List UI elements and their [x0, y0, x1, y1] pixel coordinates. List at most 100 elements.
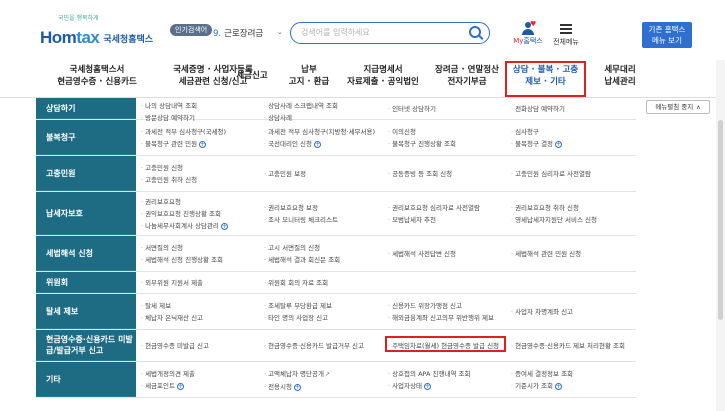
nav-item-tax-agent[interactable]: 세무대리 납세관리 — [590, 64, 650, 88]
submenu-link[interactable]: · 외부위원 지원서 제출 — [141, 277, 203, 289]
submenu-link[interactable]: · 고액체납자 명단공개↗ — [264, 368, 330, 381]
submenu-link[interactable]: · 공동증빙 등 조회 신청 — [388, 168, 452, 180]
submenu-link[interactable]: · 모범납세자 추천 — [388, 214, 480, 226]
bullet-icon: · — [264, 302, 267, 310]
submenu-link[interactable]: · 서면질의 신청 — [141, 242, 223, 254]
submenu-cell: · 현금영수증 미발급 신고 — [141, 340, 209, 352]
submenu-link[interactable]: · 상담사례 스크랩내역 조회 — [264, 100, 338, 112]
expand-plus-icon[interactable]: + — [199, 140, 207, 148]
submenu-link[interactable]: · 이의신청 — [388, 126, 456, 138]
submenu-cell: · 권리보호요청 보정 · 조사 모니터링 체크리스트 — [264, 202, 338, 226]
submenu-link[interactable]: · 국선대리인 신청 + — [264, 138, 375, 150]
stop-menu-expand-button[interactable]: 메뉴펼침 중지 ∧ — [646, 100, 710, 114]
submenu-row-header: 납세자보호 — [36, 192, 136, 235]
submenu-row: 납세자보호 · 권리보호요청 · 권익보호요청 진행상황 조회 · 나눔세무사회계사 상담관… — [36, 192, 636, 236]
submenu-link[interactable]: · 조사 모니터링 체크리스트 — [264, 214, 338, 226]
nav-item-tax-filing[interactable]: 세금신고 — [230, 70, 274, 82]
submenu-link[interactable]: · 위원회 회의 자료 조회 — [264, 277, 328, 289]
submenu-link[interactable]: · 고충민원 취하 신청 — [141, 174, 197, 186]
submenu-link[interactable]: · 나의 상담내역 조회 — [141, 100, 197, 112]
submenu-link[interactable]: · 심사청구 — [511, 126, 562, 138]
expand-plus-icon[interactable]: + — [176, 382, 184, 390]
my-hometax-button[interactable]: ♥ My홈택스 — [510, 21, 546, 46]
nav-item-incentives[interactable]: 장려금 · 연말정산 전자기부금 — [424, 64, 510, 88]
bullet-icon: · — [388, 140, 391, 148]
hometax-logo[interactable]: Homtax 국세청홈택스 — [40, 20, 153, 48]
submenu-link-label: 현금영수증 미발급 신고 — [145, 342, 210, 350]
submenu-link[interactable]: · 전용시청 + — [264, 381, 330, 393]
legacy-menu-button[interactable]: 기존 홈택스 메뉴 보기 — [642, 22, 692, 48]
submenu-link[interactable]: · 권리보호요청 — [141, 196, 228, 208]
submenu-link[interactable]: · 불복청구 관련 민원 + — [141, 138, 226, 150]
submenu-link[interactable]: · 권리보호요청 심리자료 사전열람 — [388, 202, 480, 214]
submenu-link[interactable]: · 세법해석 결과 회신문 조회 — [264, 254, 340, 266]
submenu-link[interactable]: · 탈세 제보 — [141, 300, 203, 312]
search-input[interactable]: 검색어를 입력하세요 — [290, 22, 490, 44]
submenu-link-label: 세법해석 신청 진행상황 조회 — [145, 256, 224, 264]
submenu-link-label: 심사청구 — [515, 128, 539, 136]
chevron-down-icon[interactable]: ⌄ — [277, 28, 283, 36]
submenu-link[interactable]: · 세법해석 사전답변 신청 — [388, 248, 456, 260]
expand-plus-icon[interactable]: + — [314, 140, 322, 148]
expand-plus-icon[interactable]: + — [220, 222, 228, 230]
submenu-link[interactable]: · 고시 서면질의 신청 — [264, 242, 340, 254]
bullet-icon: · — [264, 314, 267, 322]
submenu-link[interactable]: · 고충민원 신청 — [141, 162, 197, 174]
submenu-link[interactable]: · 타인 명의 사업장 신고 — [264, 312, 332, 324]
submenu-link[interactable]: · 나눔세무사회계사 상담관리 + — [141, 220, 228, 232]
submenu-link[interactable]: · 불복청구 진행상황 조회 — [388, 138, 456, 150]
expand-plus-icon[interactable]: + — [423, 382, 431, 390]
submenu-link[interactable]: · 영세납세자지원단 서비스 신청 — [511, 214, 597, 226]
submenu-link[interactable]: · 세법해석 신청 진행상황 조회 — [141, 254, 223, 266]
expand-plus-icon[interactable]: + — [555, 382, 563, 390]
submenu-link[interactable]: · 불복청구 결정 + — [511, 138, 563, 150]
submenu-cell: · 공동증빙 등 조회 신청 — [388, 168, 452, 180]
popular-search-term[interactable]: 9. 근로장려금 — [213, 27, 263, 39]
submenu-link[interactable]: · 신용카드 위장가맹점 신고 — [388, 300, 494, 312]
submenu-link[interactable]: · 권리보호요청 보정 — [264, 202, 338, 214]
submenu-link-label: 전화상담 예약하기 — [515, 105, 565, 113]
bullet-icon: · — [141, 370, 144, 378]
submenu-link[interactable]: · 해외금융계좌 신고의무 위반행위 제보 — [388, 312, 494, 324]
all-menu-button[interactable]: 전체메뉴 — [548, 24, 584, 47]
nav-item-payment[interactable]: 납부 고지 · 환급 — [284, 64, 334, 88]
bullet-icon: · — [511, 308, 514, 316]
submenu-link[interactable]: · 사업자 차명계좌 신고 — [511, 306, 573, 318]
bullet-icon: · — [141, 128, 144, 136]
submenu-link[interactable]: · 권익보호요청 진행상황 조회 — [141, 208, 228, 220]
submenu-link[interactable]: · 세법해석 관련 민원 신청 — [511, 248, 581, 260]
submenu-link[interactable]: · 권리보호요청 취하 신청 — [511, 202, 597, 214]
submenu-link[interactable]: · 과세전 적부 심사청구(지방청·세무서용) — [264, 126, 375, 138]
submenu-link[interactable]: · 현금영수증 미발급 신고 — [141, 340, 209, 352]
expand-plus-icon[interactable]: + — [555, 140, 563, 148]
submenu-link-label: 불복청구 관련 민원 — [145, 140, 198, 148]
submenu-link[interactable]: · 세법개정의견 제출 — [141, 368, 195, 380]
submenu-link[interactable]: · 인터넷 상담하기 — [388, 103, 436, 115]
submenu-link-label: 해외금융계좌 신고의무 위반행위 제보 — [392, 314, 494, 322]
submenu-link[interactable]: · 고충민원 심리자료 사전열람 — [511, 168, 591, 180]
submenu-cell: · 심사청구 · 불복청구 결정 + — [511, 126, 563, 150]
submenu-link[interactable]: · 세금포인트 + — [141, 380, 195, 392]
nav-item-payment-statements[interactable]: 지급명세서 자료제출 · 공익법인 — [340, 64, 426, 88]
bullet-icon: · — [388, 216, 391, 224]
submenu-link[interactable]: · 체납자 은닉재산 신고 — [141, 312, 203, 324]
bullet-icon: · — [388, 204, 391, 212]
submenu-link[interactable]: · 상호접의 APA 진행내역 조회 — [388, 368, 470, 380]
submenu-cell: · 고충민원 보정 — [264, 168, 306, 180]
submenu-link[interactable]: · 과세전 적부 심사청구(국세청) — [141, 126, 226, 138]
submenu-link[interactable]: · 기준시가 조회 + — [511, 380, 573, 392]
submenu-link[interactable]: · 사업자상태 + — [388, 380, 470, 392]
nav-item-cash-receipt[interactable]: 국세청홈택스서 현금영수증 · 신용카드 — [42, 64, 152, 88]
expand-plus-icon[interactable]: + — [294, 383, 301, 391]
search-icon[interactable] — [469, 26, 481, 38]
popular-search-label: 근로장려금 — [224, 29, 264, 39]
submenu-link[interactable]: · 조세탈루 부당환급 제보 — [264, 300, 332, 312]
scrollbar-thumb[interactable] — [718, 120, 723, 320]
submenu-link[interactable]: · 증여세 결정정보 조회 — [511, 368, 573, 380]
submenu-link[interactable]: · 고충민원 보정 — [264, 168, 306, 180]
submenu-link-label: 탈세 제보 — [145, 302, 172, 310]
stop-menu-expand-label: 메뉴펼침 중지 — [655, 103, 694, 111]
submenu-link[interactable]: · 현금영수증·신용카드 발급거부 신고 — [264, 340, 364, 352]
submenu-link[interactable]: · 전화상담 예약하기 — [511, 103, 565, 115]
submenu-link[interactable]: · 현금영수증·신용카드 제보 처리현황 조회 — [511, 340, 625, 352]
